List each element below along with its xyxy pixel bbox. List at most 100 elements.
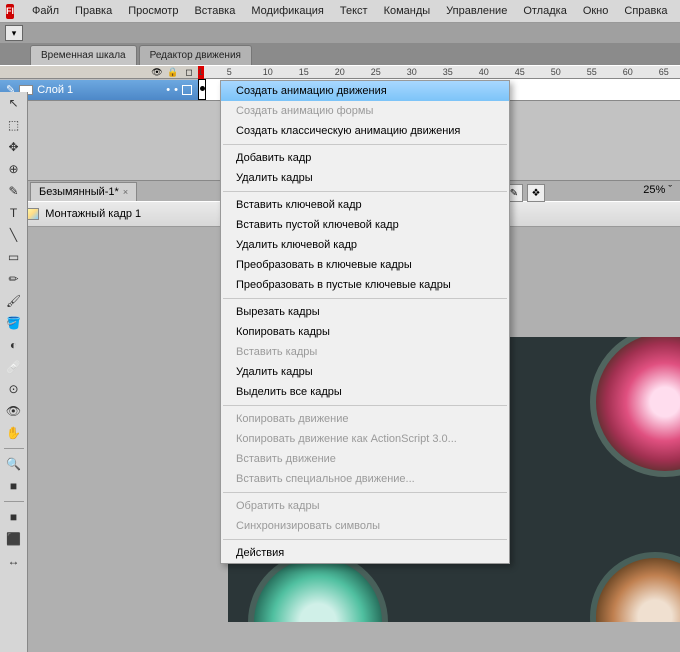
menu-item[interactable]: Модификация — [243, 3, 332, 19]
tool-button[interactable]: 🪣 — [4, 314, 24, 332]
context-menu-item[interactable]: Выделить все кадры — [221, 382, 509, 402]
layer-name[interactable]: Слой 1 — [37, 84, 73, 96]
tool-button[interactable]: ↔ — [4, 552, 24, 570]
tool-button[interactable]: ✥ — [4, 138, 24, 156]
separator — [4, 448, 24, 449]
quick-bar: ▾ — [0, 23, 680, 43]
tool-button[interactable]: T — [4, 204, 24, 222]
artwork-circle — [590, 552, 680, 622]
menu-item[interactable]: Отладка — [515, 3, 574, 19]
menu-separator — [223, 405, 507, 406]
tool-button[interactable]: ◐ — [4, 336, 24, 354]
timeline-ruler[interactable]: 15101520253035404550556065 — [198, 66, 680, 78]
zoom-select[interactable]: 25% ˇ — [643, 184, 672, 196]
tool-button[interactable]: 🖌 — [4, 292, 24, 310]
layer-square-icon — [182, 85, 192, 95]
layer-dot-icon: • — [174, 84, 178, 96]
menu-item[interactable]: Файл — [24, 3, 67, 19]
tool-button[interactable]: ✏ — [4, 270, 24, 288]
tool-button[interactable]: 🩹 — [4, 358, 24, 376]
context-menu-item[interactable]: Удалить кадры — [221, 168, 509, 188]
context-menu-item[interactable]: Добавить кадр — [221, 148, 509, 168]
tool-button[interactable]: ✎ — [4, 182, 24, 200]
artwork-circle — [590, 337, 680, 477]
app-logo: Fl — [6, 4, 14, 19]
tool-button[interactable]: ⊙ — [4, 380, 24, 398]
menu-item[interactable]: Вставка — [186, 3, 243, 19]
menu-item[interactable]: Управление — [438, 3, 515, 19]
menu-separator — [223, 298, 507, 299]
menu-item[interactable]: Команды — [376, 3, 439, 19]
context-menu-item: Вставить специальное движение... — [221, 469, 509, 489]
tab-timeline[interactable]: Временная шкала — [30, 45, 137, 65]
ruler-mark: 5 — [227, 67, 232, 77]
ruler-mark: 30 — [407, 67, 417, 77]
context-menu-item[interactable]: Создать анимацию движения — [221, 81, 509, 101]
tool-button[interactable]: ⊕ — [4, 160, 24, 178]
context-menu-item: Вставить движение — [221, 449, 509, 469]
context-menu-item: Вставить кадры — [221, 342, 509, 362]
menu-separator — [223, 492, 507, 493]
context-menu-item[interactable]: Вставить пустой ключевой кадр — [221, 215, 509, 235]
close-icon[interactable]: × — [123, 187, 128, 197]
context-menu-item: Синхронизировать символы — [221, 516, 509, 536]
menu-separator — [223, 539, 507, 540]
document-tab[interactable]: Безымянный-1* × — [30, 182, 137, 201]
document-name: Безымянный-1* — [39, 186, 119, 198]
context-menu-item[interactable]: Вставить ключевой кадр — [221, 195, 509, 215]
tool-button[interactable]: ■ — [4, 477, 24, 495]
separator — [4, 501, 24, 502]
context-menu-item[interactable]: Удалить кадры — [221, 362, 509, 382]
keyframe[interactable] — [198, 79, 206, 100]
tool-button[interactable]: ⬛ — [4, 530, 24, 548]
context-menu-item: Копировать движение как ActionScript 3.0… — [221, 429, 509, 449]
scene-tools: ✎ ❖ — [505, 184, 545, 202]
symbol-icon[interactable]: ❖ — [527, 184, 545, 202]
eye-icon[interactable]: 👁 — [152, 67, 162, 77]
ruler-mark: 15 — [299, 67, 309, 77]
outline-icon[interactable]: ◻ — [184, 67, 194, 77]
context-menu-item: Копировать движение — [221, 409, 509, 429]
menu-item[interactable]: Правка — [67, 3, 120, 19]
layer-row[interactable]: ✎ Слой 1 • • — [0, 80, 198, 100]
context-menu-item[interactable]: Создать классическую анимацию движения — [221, 121, 509, 141]
tool-button[interactable]: 👁 — [4, 402, 24, 420]
tool-button[interactable]: ╲ — [4, 226, 24, 244]
ruler-mark: 65 — [659, 67, 669, 77]
tool-button[interactable]: ↖ — [4, 94, 24, 112]
ruler-mark: 45 — [515, 67, 525, 77]
tool-button[interactable]: ▭ — [4, 248, 24, 266]
toolbox: ↖ ⬚ ✥ ⊕ ✎ T ╲ ▭ ✏ 🖌 🪣 ◐ 🩹 ⊙ 👁 ✋ 🔍 ■ ■ ⬛ ↔ — [0, 92, 28, 652]
timeline-header: 👁 🔒 ◻ 15101520253035404550556065 — [0, 65, 680, 79]
context-menu-item: Создать анимацию формы — [221, 101, 509, 121]
tool-button[interactable]: ■ — [4, 508, 24, 526]
tool-button[interactable]: ✋ — [4, 424, 24, 442]
layer-dot-icon: • — [166, 84, 170, 96]
context-menu: Создать анимацию движенияСоздать анимаци… — [220, 80, 510, 564]
tool-button[interactable]: 🔍 — [4, 455, 24, 473]
context-menu-item[interactable]: Вырезать кадры — [221, 302, 509, 322]
scene-name: Монтажный кадр 1 — [45, 208, 141, 220]
context-menu-item[interactable]: Копировать кадры — [221, 322, 509, 342]
context-menu-item[interactable]: Удалить ключевой кадр — [221, 235, 509, 255]
ruler-mark: 60 — [623, 67, 633, 77]
title-bar: Fl ФайлПравкаПросмотрВставкаМодификацияТ… — [0, 0, 680, 23]
tab-motion-editor[interactable]: Редактор движения — [139, 45, 252, 65]
menu-item[interactable]: Текст — [332, 3, 376, 19]
ruler-mark: 1 — [198, 67, 203, 77]
context-menu-item[interactable]: Преобразовать в ключевые кадры — [221, 255, 509, 275]
menu-item[interactable]: Окно — [575, 3, 617, 19]
new-doc-button[interactable]: ▾ — [5, 25, 23, 41]
ruler-mark: 35 — [443, 67, 453, 77]
context-menu-item[interactable]: Действия — [221, 543, 509, 563]
menu-item[interactable]: Просмотр — [120, 3, 186, 19]
tool-button[interactable]: ⬚ — [4, 116, 24, 134]
ruler-mark: 10 — [263, 67, 273, 77]
menu-item[interactable]: Справка — [616, 3, 675, 19]
lock-icon[interactable]: 🔒 — [168, 67, 178, 77]
context-menu-item[interactable]: Преобразовать в пустые ключевые кадры — [221, 275, 509, 295]
ruler-mark: 50 — [551, 67, 561, 77]
ruler-mark: 55 — [587, 67, 597, 77]
ruler-mark: 20 — [335, 67, 345, 77]
zoom-value: 25% — [643, 184, 665, 196]
